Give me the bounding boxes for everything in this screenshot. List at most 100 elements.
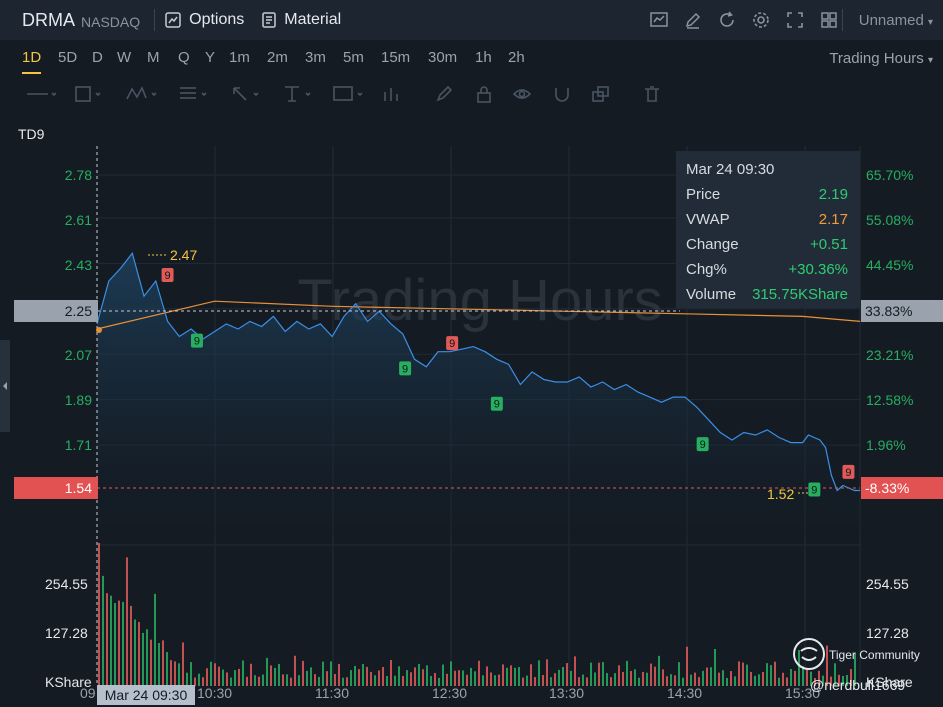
volume-bar xyxy=(258,676,260,686)
time-tick: 12:30 xyxy=(432,685,468,701)
volume-bar xyxy=(410,672,412,686)
tooltip-label: VWAP xyxy=(686,211,730,228)
volume-bar xyxy=(706,667,708,686)
volume-bar xyxy=(534,677,536,686)
volume-bar xyxy=(754,675,756,686)
volume-bar xyxy=(606,673,608,686)
volume-bar xyxy=(398,666,400,686)
community-badge: Tiger Community xyxy=(829,648,920,662)
volume-bar xyxy=(278,663,280,686)
volume-bar xyxy=(462,670,464,686)
volume-bar xyxy=(722,670,724,686)
volume-bar xyxy=(246,676,248,686)
volume-bar xyxy=(494,675,496,686)
volume-bar xyxy=(718,672,720,686)
volume-bar xyxy=(678,662,680,686)
volume-bar xyxy=(310,667,312,686)
current-price-value: 2.25 xyxy=(64,303,92,319)
volume-bar xyxy=(486,666,488,686)
price-tick: 1.71 xyxy=(64,437,92,453)
volume-bar xyxy=(254,675,256,686)
price-tick: 2.07 xyxy=(64,347,92,363)
volume-bar xyxy=(642,671,644,686)
volume-bar xyxy=(770,665,772,686)
volume-bar xyxy=(614,673,616,686)
current-pct-value: 33.83% xyxy=(865,303,913,319)
volume-bar xyxy=(650,663,652,686)
volume-bar xyxy=(558,669,560,686)
volume-bar xyxy=(358,669,360,686)
time-tick: 13:30 xyxy=(549,685,585,701)
volume-bar xyxy=(350,670,352,686)
tooltip-time: Mar 24 09:30 xyxy=(686,161,775,178)
price-tick: 2.78 xyxy=(64,167,92,183)
volume-bar xyxy=(658,655,660,686)
price-tick: 2.61 xyxy=(64,212,92,228)
volume-bar xyxy=(106,593,108,686)
volume-bars xyxy=(98,543,856,686)
pct-tick: 23.21% xyxy=(866,347,914,363)
tooltip-label: Price xyxy=(686,186,721,203)
volume-bar xyxy=(618,665,620,686)
volume-bar xyxy=(470,667,472,686)
volume-bar xyxy=(142,632,144,686)
volume-bar xyxy=(166,652,168,686)
tiger-logo-icon xyxy=(793,638,825,670)
low-pct-box: -8.33% xyxy=(861,477,943,499)
volume-bar xyxy=(570,670,572,686)
volume-bar xyxy=(306,670,308,686)
volume-bar xyxy=(146,629,148,686)
volume-bar xyxy=(162,640,164,686)
volume-bar xyxy=(238,668,240,686)
volume-bar xyxy=(538,660,540,686)
volume-bar xyxy=(646,672,648,686)
volume-bar xyxy=(390,660,392,686)
volume-bar xyxy=(186,672,188,686)
volume-bar xyxy=(206,668,208,686)
volume-bar xyxy=(630,671,632,686)
volume-bar xyxy=(562,666,564,686)
volume-bar xyxy=(158,642,160,686)
time-tick: 14:30 xyxy=(667,685,703,701)
tooltip-value: +30.36% xyxy=(788,261,848,278)
volume-bar xyxy=(282,674,284,686)
pct-tick: 12.58% xyxy=(866,392,914,408)
volume-bar xyxy=(294,655,296,686)
pct-tick: 1.96% xyxy=(866,437,906,453)
volume-bar xyxy=(526,675,528,686)
low-pct-value: -8.33% xyxy=(865,480,910,496)
volume-bar xyxy=(330,661,332,686)
volume-tick: 254.55 xyxy=(45,576,88,592)
volume-bar xyxy=(478,660,480,686)
volume-bar xyxy=(454,670,456,686)
volume-bar xyxy=(598,662,600,686)
volume-bar xyxy=(218,666,220,686)
volume-bar xyxy=(226,672,228,686)
volume-bar xyxy=(366,666,368,686)
tooltip-row-price: Price 2.19 xyxy=(686,186,848,203)
volume-bar xyxy=(374,675,376,686)
volume-bar xyxy=(794,670,796,686)
price-tick: 1.89 xyxy=(64,392,92,408)
volume-bar xyxy=(638,677,640,686)
volume-bar xyxy=(542,674,544,686)
volume-bar xyxy=(574,656,576,686)
tooltip-value: +0.51 xyxy=(810,236,848,253)
tooltip-row-chg-pct: Chg% +30.36% xyxy=(686,261,848,278)
volume-bar xyxy=(510,665,512,686)
volume-bar xyxy=(402,675,404,686)
volume-bar xyxy=(726,677,728,686)
tooltip-value: 315.75KShare xyxy=(752,286,848,303)
volume-bar xyxy=(590,662,592,686)
volume-bar xyxy=(266,657,268,686)
tooltip-value: 2.19 xyxy=(818,186,848,203)
price-chart[interactable]: Trading Hours 2.47 1.52 99999999 xyxy=(0,0,943,707)
volume-bar xyxy=(622,671,624,686)
time-tick: 10:30 xyxy=(197,685,233,701)
volume-bar xyxy=(490,672,492,686)
volume-bar xyxy=(702,670,704,686)
volume-bar xyxy=(498,674,500,686)
volume-bar xyxy=(178,663,180,686)
crosshair-tooltip: Mar 24 09:30 Price 2.19 VWAP 2.17 Change +0… xyxy=(676,151,860,308)
volume-bar xyxy=(190,662,192,686)
